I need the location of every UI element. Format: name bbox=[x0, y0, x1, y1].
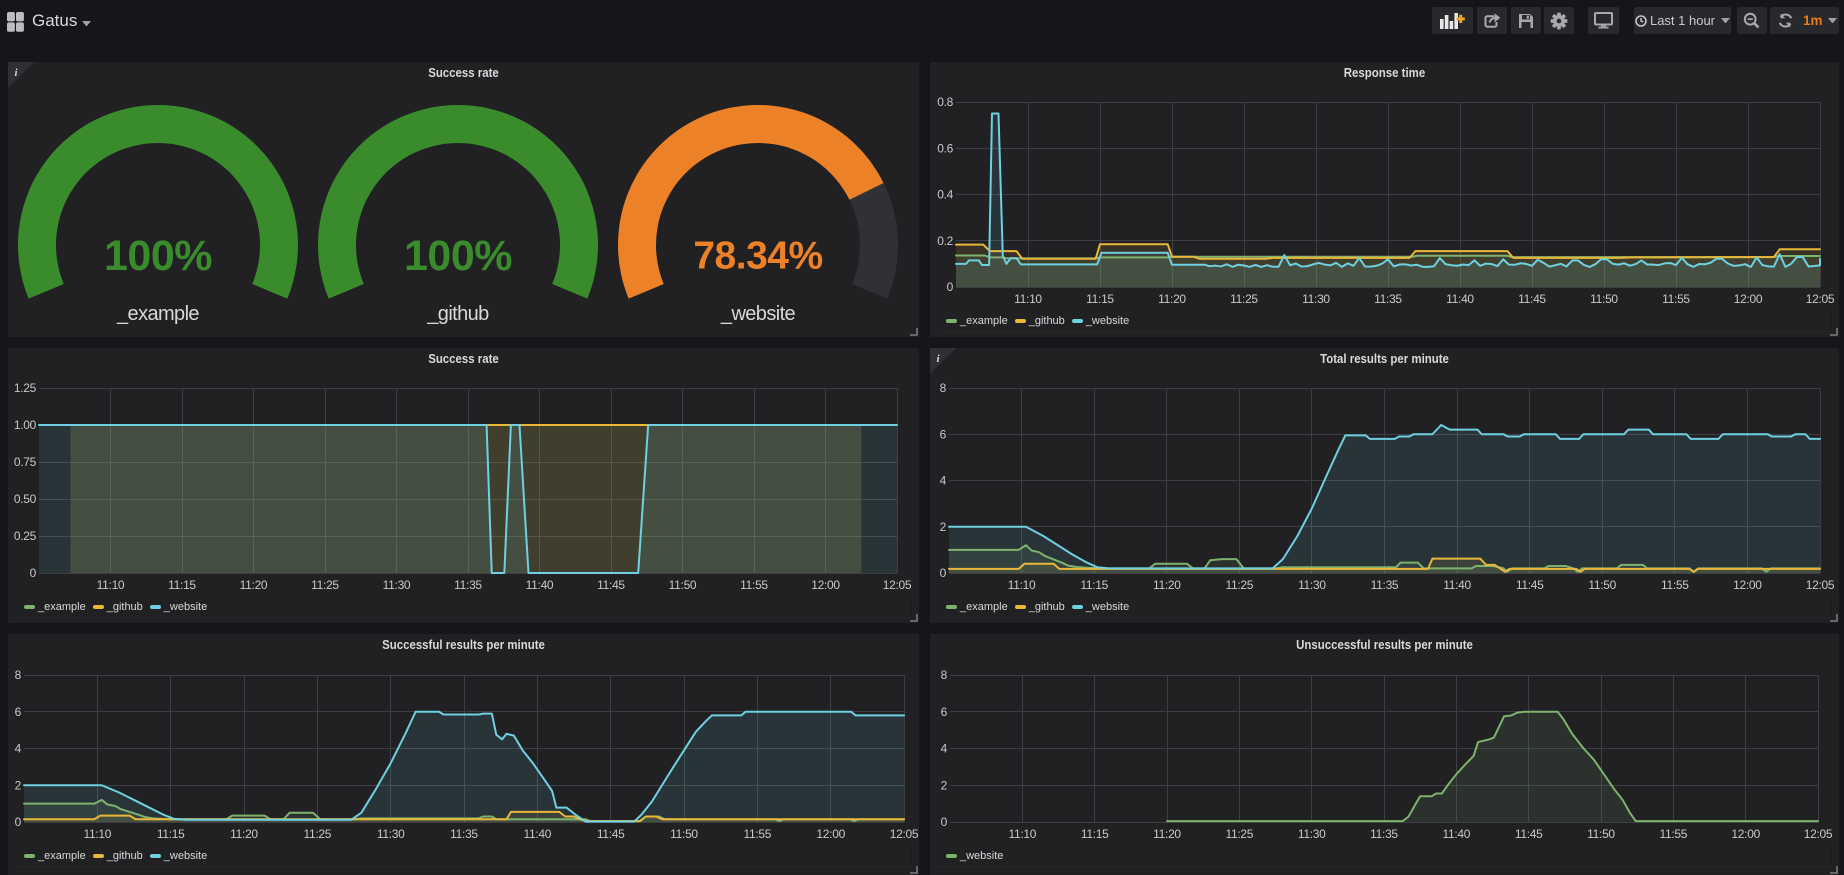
svg-text:4: 4 bbox=[15, 742, 22, 756]
svg-text:100%: 100% bbox=[404, 232, 512, 280]
svg-text:_website: _website bbox=[720, 303, 796, 325]
svg-text:11:25: 11:25 bbox=[1230, 292, 1258, 306]
svg-text:11:45: 11:45 bbox=[1515, 827, 1543, 841]
svg-text:_example: _example bbox=[116, 303, 199, 325]
svg-text:11:45: 11:45 bbox=[1516, 578, 1544, 592]
svg-text:11:35: 11:35 bbox=[1370, 827, 1398, 841]
svg-text:11:10: 11:10 bbox=[83, 827, 111, 841]
svg-text:11:10: 11:10 bbox=[1008, 578, 1036, 592]
svg-text:6: 6 bbox=[941, 705, 948, 719]
svg-text:2: 2 bbox=[15, 778, 22, 792]
svg-text:100%: 100% bbox=[104, 232, 212, 280]
svg-text:2: 2 bbox=[941, 778, 948, 792]
svg-text:11:40: 11:40 bbox=[1442, 827, 1470, 841]
svg-text:11:30: 11:30 bbox=[1298, 827, 1326, 841]
svg-text:11:20: 11:20 bbox=[1158, 292, 1186, 306]
svg-text:11:55: 11:55 bbox=[1659, 827, 1687, 841]
svg-text:11:15: 11:15 bbox=[1080, 578, 1108, 592]
svg-text:11:15: 11:15 bbox=[1086, 292, 1114, 306]
svg-text:12:00: 12:00 bbox=[1733, 578, 1762, 592]
svg-text:11:35: 11:35 bbox=[1371, 578, 1399, 592]
svg-text:11:20: 11:20 bbox=[1153, 578, 1181, 592]
svg-text:11:40: 11:40 bbox=[523, 827, 551, 841]
svg-text:6: 6 bbox=[940, 428, 947, 442]
svg-text:11:35: 11:35 bbox=[454, 578, 482, 592]
svg-text:11:55: 11:55 bbox=[743, 827, 771, 841]
svg-text:11:55: 11:55 bbox=[1662, 292, 1690, 306]
svg-text:11:50: 11:50 bbox=[669, 578, 697, 592]
svg-text:0.4: 0.4 bbox=[937, 188, 953, 202]
svg-text:11:10: 11:10 bbox=[97, 578, 125, 592]
svg-text:12:00: 12:00 bbox=[1734, 292, 1763, 306]
svg-text:11:40: 11:40 bbox=[1446, 292, 1474, 306]
svg-text:_github: _github bbox=[426, 303, 489, 325]
svg-text:12:00: 12:00 bbox=[1731, 827, 1760, 841]
svg-text:11:15: 11:15 bbox=[168, 578, 196, 592]
svg-text:2: 2 bbox=[940, 520, 947, 534]
svg-text:11:25: 11:25 bbox=[303, 827, 331, 841]
svg-text:12:05: 12:05 bbox=[1804, 827, 1833, 841]
svg-text:11:50: 11:50 bbox=[1587, 827, 1615, 841]
svg-text:11:25: 11:25 bbox=[1225, 827, 1253, 841]
svg-text:0.6: 0.6 bbox=[937, 142, 953, 156]
svg-text:12:00: 12:00 bbox=[811, 578, 840, 592]
svg-text:11:20: 11:20 bbox=[1153, 827, 1181, 841]
svg-text:8: 8 bbox=[940, 381, 947, 395]
svg-text:11:35: 11:35 bbox=[1374, 292, 1402, 306]
svg-text:11:30: 11:30 bbox=[377, 827, 405, 841]
svg-text:4: 4 bbox=[940, 474, 947, 488]
svg-text:11:50: 11:50 bbox=[1588, 578, 1616, 592]
svg-text:11:55: 11:55 bbox=[1661, 578, 1689, 592]
svg-text:12:05: 12:05 bbox=[890, 827, 919, 841]
svg-text:0.8: 0.8 bbox=[937, 95, 953, 109]
svg-text:0: 0 bbox=[940, 566, 947, 580]
svg-text:11:40: 11:40 bbox=[526, 578, 554, 592]
svg-text:11:50: 11:50 bbox=[670, 827, 698, 841]
svg-text:1.25: 1.25 bbox=[14, 381, 37, 395]
svg-text:12:05: 12:05 bbox=[883, 578, 912, 592]
svg-text:11:40: 11:40 bbox=[1443, 578, 1471, 592]
svg-text:11:35: 11:35 bbox=[450, 827, 478, 841]
svg-text:11:25: 11:25 bbox=[311, 578, 339, 592]
svg-text:12:05: 12:05 bbox=[1806, 292, 1835, 306]
svg-text:11:50: 11:50 bbox=[1590, 292, 1618, 306]
svg-text:11:45: 11:45 bbox=[1518, 292, 1546, 306]
svg-text:0: 0 bbox=[15, 815, 22, 829]
svg-text:11:10: 11:10 bbox=[1008, 827, 1036, 841]
svg-text:11:55: 11:55 bbox=[740, 578, 768, 592]
svg-text:12:00: 12:00 bbox=[816, 827, 845, 841]
svg-text:11:45: 11:45 bbox=[597, 827, 625, 841]
svg-text:0: 0 bbox=[941, 815, 948, 829]
svg-text:11:15: 11:15 bbox=[157, 827, 185, 841]
svg-text:11:25: 11:25 bbox=[1225, 578, 1253, 592]
svg-text:0.25: 0.25 bbox=[14, 529, 37, 543]
svg-text:0.75: 0.75 bbox=[14, 455, 37, 469]
svg-text:11:10: 11:10 bbox=[1014, 292, 1042, 306]
svg-text:8: 8 bbox=[15, 668, 22, 682]
svg-text:0: 0 bbox=[947, 280, 954, 294]
svg-text:1.00: 1.00 bbox=[14, 418, 37, 432]
svg-text:0: 0 bbox=[30, 566, 37, 580]
svg-text:0.50: 0.50 bbox=[14, 492, 37, 506]
svg-text:11:45: 11:45 bbox=[597, 578, 625, 592]
svg-text:11:30: 11:30 bbox=[1298, 578, 1326, 592]
svg-text:11:30: 11:30 bbox=[383, 578, 411, 592]
svg-text:11:20: 11:20 bbox=[240, 578, 268, 592]
svg-text:11:20: 11:20 bbox=[230, 827, 258, 841]
svg-text:4: 4 bbox=[941, 742, 948, 756]
svg-text:0.2: 0.2 bbox=[937, 234, 953, 248]
svg-text:11:15: 11:15 bbox=[1081, 827, 1109, 841]
svg-text:8: 8 bbox=[941, 668, 948, 682]
svg-text:12:05: 12:05 bbox=[1806, 578, 1835, 592]
svg-text:6: 6 bbox=[15, 705, 22, 719]
svg-text:78.34%: 78.34% bbox=[693, 235, 822, 278]
svg-text:11:30: 11:30 bbox=[1302, 292, 1330, 306]
